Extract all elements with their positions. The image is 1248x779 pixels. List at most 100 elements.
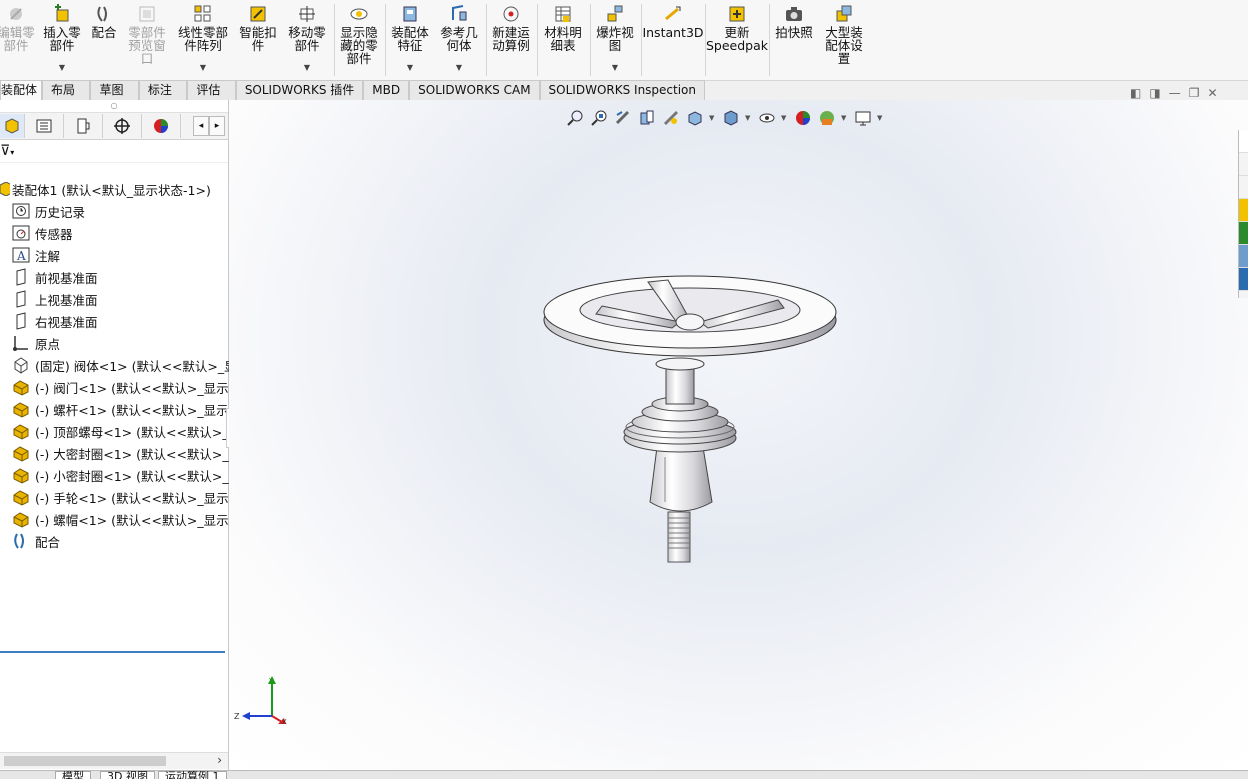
bill-of-materials-button[interactable]: 材料明 细表 bbox=[539, 4, 587, 76]
edit-component-button[interactable]: 编辑零 部件 bbox=[0, 4, 36, 76]
custom-properties-icon[interactable] bbox=[1239, 245, 1248, 268]
assembly-features-button[interactable]: 装配体 特征 ▼ bbox=[387, 4, 433, 76]
view-orientation-icon[interactable] bbox=[685, 109, 705, 127]
configuration-manager-tab[interactable] bbox=[64, 114, 103, 138]
edit-appearance-icon[interactable] bbox=[793, 109, 813, 127]
tree-filter[interactable]: ⊽▾ bbox=[0, 140, 228, 163]
previous-view-icon[interactable] bbox=[613, 109, 633, 127]
tree-item-sensors[interactable]: 传感器 bbox=[0, 222, 238, 244]
chevron-down-icon[interactable]: ▼ bbox=[709, 114, 717, 122]
tab-scroll-right-icon[interactable]: ▸ bbox=[209, 116, 225, 136]
bill-of-materials-label: 材料明 细表 bbox=[544, 25, 582, 53]
chevron-down-icon[interactable]: ▼ bbox=[200, 61, 206, 74]
tab-annotation[interactable]: 标注 bbox=[138, 80, 188, 100]
dimxpert-manager-tab[interactable] bbox=[103, 114, 142, 138]
filter-icon[interactable]: ⊽ bbox=[0, 143, 10, 159]
chevron-down-icon[interactable]: ▼ bbox=[877, 114, 885, 122]
appearances-icon[interactable] bbox=[1239, 222, 1248, 245]
design-library-icon[interactable] bbox=[1239, 153, 1248, 176]
chevron-down-icon[interactable]: ▼ bbox=[407, 61, 413, 74]
tab-solidworks-cam[interactable]: SOLIDWORKS CAM bbox=[409, 80, 540, 100]
tab-evaluate[interactable]: 评估 bbox=[187, 80, 236, 100]
graphics-viewport[interactable]: Y Z X bbox=[229, 100, 1248, 770]
crosshair-icon bbox=[114, 118, 130, 134]
zoom-to-fit-icon[interactable] bbox=[565, 109, 585, 127]
scrollbar-thumb[interactable] bbox=[4, 756, 166, 766]
tab-solidworks-inspection[interactable]: SOLIDWORKS Inspection bbox=[539, 80, 706, 100]
close-icon[interactable]: ✕ bbox=[1207, 86, 1217, 100]
tree-item-large-seal[interactable]: (-) 大密封圈<1> (默认<<默认>_显 bbox=[0, 442, 238, 464]
tab-assembly[interactable]: 装配体 bbox=[0, 80, 42, 100]
tree-horizontal-scrollbar[interactable]: › bbox=[0, 752, 228, 769]
tree-item-valve[interactable]: (-) 阀门<1> (默认<<默认>_显示状 bbox=[0, 376, 238, 398]
component-preview-window-button[interactable]: 零部件 预览窗 口 bbox=[124, 4, 170, 76]
tab-mbd[interactable]: MBD bbox=[363, 80, 410, 100]
tree-item-history[interactable]: 历史记录 bbox=[0, 200, 238, 222]
cam-tab[interactable] bbox=[181, 114, 193, 138]
dynamic-annotation-icon[interactable] bbox=[661, 109, 681, 127]
insert-component-button[interactable]: 插入零 部件 ▼ bbox=[40, 4, 84, 76]
tree-item-front-plane[interactable]: 前视基准面 bbox=[0, 266, 238, 288]
feature-manager-tab[interactable] bbox=[0, 114, 25, 138]
tree-item-right-plane[interactable]: 右视基准面 bbox=[0, 310, 238, 332]
mate-button[interactable]: 配合 bbox=[86, 4, 122, 76]
chevron-down-icon[interactable]: ▼ bbox=[456, 61, 462, 74]
tab-layout[interactable]: 布局 bbox=[42, 80, 91, 100]
tree-item-cap-nut[interactable]: (-) 螺帽<1> (默认<<默认>_显示状 bbox=[0, 508, 238, 530]
new-motion-study-button[interactable]: 新建运 动算例 bbox=[488, 4, 534, 76]
exploded-view-button[interactable]: 爆炸视 图 ▼ bbox=[592, 4, 638, 76]
tab-sketch[interactable]: 草图 bbox=[90, 80, 139, 100]
instant3d-button[interactable]: Instant3D bbox=[642, 4, 704, 76]
hide-show-items-icon[interactable] bbox=[757, 109, 777, 127]
tree-item-small-seal[interactable]: (-) 小密封圈<1> (默认<<默认>_显 bbox=[0, 464, 238, 486]
file-explorer-icon[interactable] bbox=[1239, 176, 1248, 199]
scroll-right-icon[interactable]: › bbox=[217, 753, 222, 768]
tree-item-top-nut[interactable]: (-) 顶部螺母<1> (默认<<默认>_显 bbox=[0, 420, 238, 442]
large-assembly-settings-button[interactable]: 大型装 配体设 置 bbox=[820, 4, 868, 76]
tab-scroll-left-icon[interactable]: ◂ bbox=[193, 116, 209, 136]
forum-icon[interactable] bbox=[1239, 268, 1248, 291]
chevron-down-icon[interactable]: ▼ bbox=[781, 114, 789, 122]
minimize-icon[interactable]: — bbox=[1169, 86, 1181, 100]
restore-icon[interactable]: ❐ bbox=[1189, 86, 1200, 100]
display-manager-tab[interactable] bbox=[142, 114, 181, 138]
tree-item-label: (-) 螺杆<1> (默认<<默认>_显示状 bbox=[35, 402, 238, 418]
property-manager-tab[interactable] bbox=[25, 114, 64, 138]
apply-scene-icon[interactable] bbox=[817, 109, 837, 127]
chevron-down-icon[interactable]: ▼ bbox=[59, 61, 65, 74]
tree-item-origin[interactable]: 原点 bbox=[0, 332, 238, 354]
panel-grip[interactable]: ○ bbox=[0, 100, 228, 113]
tree-item-handwheel[interactable]: (-) 手轮<1> (默认<<默认>_显示状 bbox=[0, 486, 238, 508]
show-hidden-icon bbox=[349, 4, 369, 24]
section-view-icon[interactable] bbox=[637, 109, 657, 127]
chevron-down-icon[interactable]: ▼ bbox=[304, 61, 310, 74]
view-settings-icon[interactable] bbox=[853, 109, 873, 127]
chevron-down-icon[interactable]: ▼ bbox=[612, 61, 618, 74]
solidworks-resources-icon[interactable] bbox=[1239, 130, 1248, 153]
tree-item-annotations[interactable]: A 注解 bbox=[0, 244, 238, 266]
chevron-down-icon[interactable]: ▼ bbox=[841, 114, 849, 122]
reference-geometry-button[interactable]: 参考几 何体 ▼ bbox=[436, 4, 482, 76]
tile-left-icon[interactable]: ◧ bbox=[1130, 86, 1141, 100]
smart-fasteners-button[interactable]: 智能扣 件 bbox=[236, 4, 280, 76]
chevron-down-icon[interactable]: ▾ bbox=[10, 148, 14, 157]
chevron-down-icon[interactable]: ▼ bbox=[745, 114, 753, 122]
view-palette-icon[interactable] bbox=[1239, 199, 1248, 222]
show-hidden-components-button[interactable]: 显示隐 藏的零 部件 bbox=[336, 4, 382, 76]
update-speedpak-button[interactable]: 更新 Speedpak bbox=[706, 4, 768, 76]
rollback-bar[interactable] bbox=[0, 651, 225, 653]
tree-item-screw-rod[interactable]: (-) 螺杆<1> (默认<<默认>_显示状 bbox=[0, 398, 238, 420]
linear-component-pattern-button[interactable]: 线性零部 件阵列 ▼ bbox=[174, 4, 232, 76]
history-icon bbox=[12, 202, 30, 220]
display-style-icon[interactable] bbox=[721, 109, 741, 127]
tree-item-mates[interactable]: 配合 bbox=[0, 530, 238, 552]
take-snapshot-button[interactable]: 拍快照 bbox=[772, 4, 816, 76]
tree-root-assembly[interactable]: 装配体1 (默认<默认_显示状态-1>) bbox=[0, 178, 226, 200]
zoom-to-area-icon[interactable] bbox=[589, 109, 609, 127]
tab-solidworks-addins[interactable]: SOLIDWORKS 插件 bbox=[235, 80, 364, 100]
tree-item-top-plane[interactable]: 上视基准面 bbox=[0, 288, 238, 310]
move-component-button[interactable]: 移动零 部件 ▼ bbox=[284, 4, 330, 76]
valve-assembly-model[interactable] bbox=[540, 262, 840, 572]
tile-right-icon[interactable]: ◨ bbox=[1149, 86, 1160, 100]
tree-item-valve-body[interactable]: (固定) 阀体<1> (默认<<默认>_显示 bbox=[0, 354, 238, 376]
